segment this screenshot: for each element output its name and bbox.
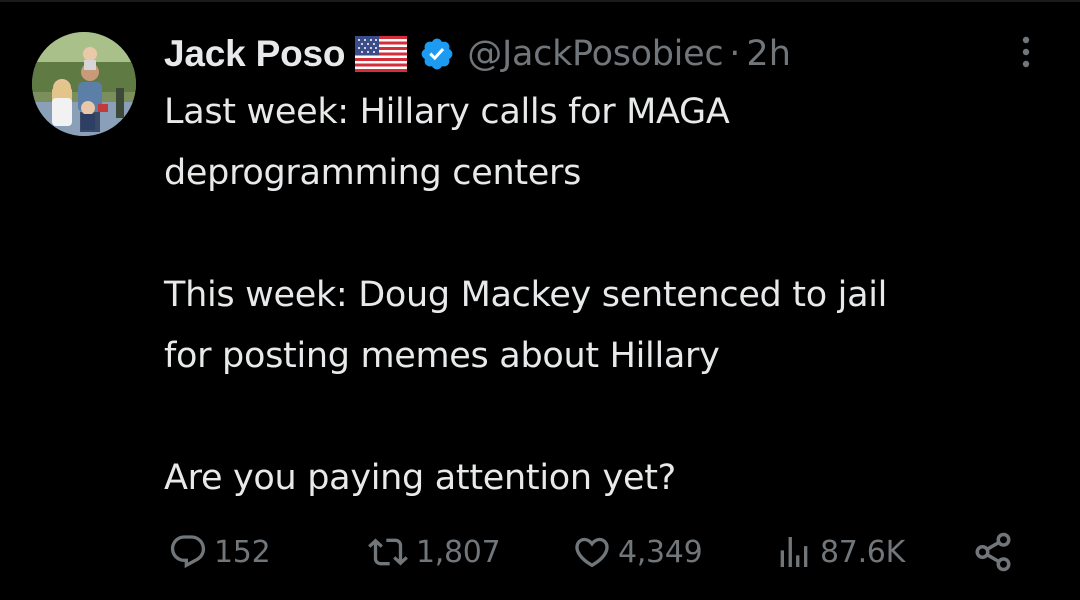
avatar-photo [32, 32, 136, 136]
separator-dot: · [729, 34, 741, 74]
like-button[interactable]: 4,349 [572, 528, 703, 576]
us-flag-icon [355, 36, 408, 72]
reply-button[interactable]: 152 [168, 528, 271, 576]
like-count: 4,349 [618, 534, 703, 570]
more-icon[interactable] [1014, 34, 1038, 74]
heart-icon [572, 532, 612, 572]
retweet-button[interactable]: 1,807 [366, 528, 501, 576]
retweet-icon [366, 532, 410, 572]
author-handle[interactable]: @JackPosobiec [467, 34, 723, 74]
share-icon [972, 531, 1014, 573]
retweet-count: 1,807 [416, 534, 501, 570]
avatar[interactable] [32, 32, 136, 136]
tweet-header: Jack Poso @JackPosobiec · 2h [164, 28, 791, 80]
tweet-action-bar: 152 1,807 4,349 87.6K [0, 528, 1080, 576]
reply-icon [168, 532, 208, 572]
reply-count: 152 [214, 534, 271, 570]
views-count: 87.6K [820, 534, 905, 570]
top-divider [0, 0, 1080, 2]
verified-badge-icon[interactable] [419, 36, 455, 72]
author-display-name[interactable]: Jack Poso [164, 33, 345, 75]
tweet-paragraph: Are you paying attention yet? [164, 458, 676, 498]
tweet-timestamp[interactable]: 2h [746, 34, 790, 74]
views-button[interactable]: 87.6K [774, 528, 905, 576]
tweet-paragraph: Last week: Hillary calls for MAGA deprog… [164, 92, 730, 193]
tweet-paragraph: This week: Doug Mackey sentenced to jail… [164, 275, 888, 376]
share-button[interactable] [972, 528, 1014, 576]
tweet-body: Last week: Hillary calls for MAGA deprog… [164, 82, 1054, 509]
views-icon [774, 532, 814, 572]
